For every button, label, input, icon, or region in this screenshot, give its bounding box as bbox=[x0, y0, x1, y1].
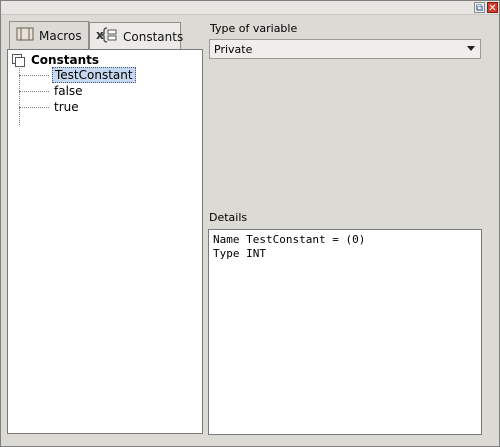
tab-macros-label: Macros bbox=[39, 28, 82, 43]
tab-constants[interactable]: x Constants bbox=[89, 22, 184, 50]
left-panel: Macros x Constants Constants TestConstan… bbox=[7, 21, 203, 435]
tree-item-label: true bbox=[54, 100, 79, 114]
details-textarea[interactable]: Name TestConstant = (0) Type INT bbox=[208, 229, 482, 435]
restore-button[interactable]: ⧉ bbox=[474, 2, 485, 14]
constants-folder-icon bbox=[12, 54, 26, 67]
type-of-variable-select[interactable]: Private bbox=[209, 39, 481, 59]
type-of-variable-value: Private bbox=[214, 42, 253, 56]
tree-root[interactable]: Constants bbox=[12, 53, 99, 67]
constants-tree[interactable]: Constants TestConstant false true bbox=[7, 49, 203, 434]
type-of-variable-label: Type of variable bbox=[210, 22, 298, 35]
tab-constants-label: Constants bbox=[123, 29, 184, 44]
constants-window: ⧉ ✕ Macros x Constants Constants TestCon… bbox=[0, 0, 500, 447]
macros-icon bbox=[16, 26, 34, 45]
tree-item-true[interactable]: true bbox=[19, 99, 81, 115]
details-line: Name TestConstant = (0) bbox=[213, 233, 366, 246]
tree-item-false[interactable]: false bbox=[19, 83, 85, 99]
chevron-down-icon bbox=[467, 46, 475, 51]
close-button[interactable]: ✕ bbox=[487, 2, 498, 14]
tab-macros[interactable]: Macros bbox=[9, 21, 89, 49]
constants-icon: x bbox=[96, 26, 118, 47]
details-line: Type INT bbox=[213, 247, 266, 260]
tree-item-label: false bbox=[54, 84, 83, 98]
tree-item-label: TestConstant bbox=[52, 67, 136, 83]
details-label: Details bbox=[209, 211, 248, 224]
tree-root-label: Constants bbox=[31, 53, 99, 67]
title-bar: ⧉ ✕ bbox=[1, 1, 499, 15]
tree-item-testconstant[interactable]: TestConstant bbox=[19, 67, 136, 83]
